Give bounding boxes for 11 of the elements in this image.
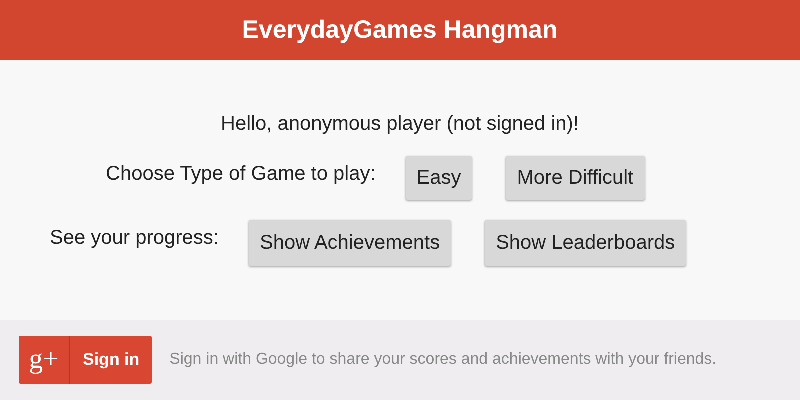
app-title: EverydayGames Hangman	[242, 16, 558, 44]
sign-in-message: Sign in with Google to share your scores and achievements with your friends.	[170, 351, 717, 369]
sign-in-button[interactable]: g+ Sign in	[19, 336, 152, 384]
action-button[interactable]: Easy	[406, 156, 472, 200]
row-label: See your progress:	[50, 226, 219, 250]
action-button[interactable]: More Difficult	[506, 156, 645, 200]
google-plus-logo: g+	[28, 343, 60, 377]
greeting-text: Hello, anonymous player (not signed in)!	[220, 113, 580, 136]
action-button[interactable]: Show Leaderboards	[485, 220, 686, 266]
action-button[interactable]: Show Achievements	[248, 220, 452, 266]
row-label: Choose Type of Game to play:	[106, 162, 376, 186]
